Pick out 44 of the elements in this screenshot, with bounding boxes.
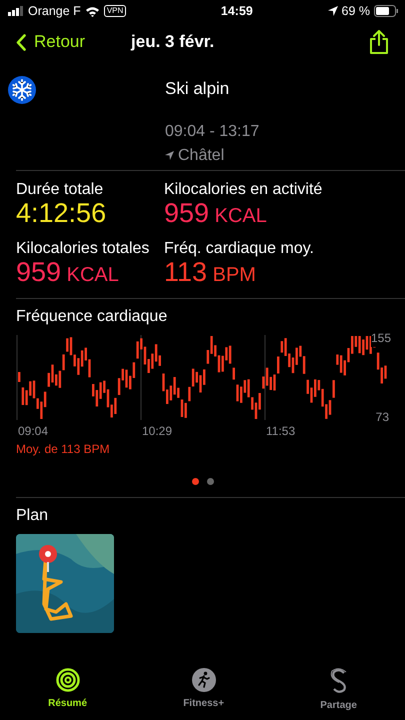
page-dot[interactable] xyxy=(206,478,214,485)
share-icon xyxy=(369,30,389,54)
chevron-left-icon xyxy=(16,34,26,50)
metric-label: Durée totale xyxy=(16,181,104,199)
heart-rate-bar xyxy=(18,372,20,382)
metric-value: 113 BPM xyxy=(164,258,257,288)
tab-button[interactable]: Partage xyxy=(272,668,405,720)
metric-label: Kilocalories totales xyxy=(16,240,150,258)
metric-label: Kilocalories en activité xyxy=(164,181,324,199)
back-button[interactable]: Retour xyxy=(16,29,86,55)
status-time: 14:59 xyxy=(220,2,253,20)
battery-icon xyxy=(374,5,399,17)
tab-button[interactable]: Résumé xyxy=(0,668,136,720)
average-label: Moy. de 113 BPM xyxy=(16,440,111,458)
metric-label: Fréq. cardiaque moy. xyxy=(164,240,315,258)
share-button[interactable] xyxy=(369,30,389,54)
heart-rate-bar xyxy=(232,367,235,380)
vpn-badge: VPN xyxy=(104,5,126,17)
axis-label: 09:04 xyxy=(17,422,50,440)
wifi-icon xyxy=(84,6,100,16)
carrier-name: Orange F xyxy=(28,2,81,20)
chart-title: Fréquence cardiaque xyxy=(16,306,168,327)
location-arrow-icon xyxy=(165,151,174,160)
snowflake-icon xyxy=(8,76,36,104)
running-figure-icon xyxy=(192,668,216,692)
nav-title: jeu. 3 févr. xyxy=(131,31,214,54)
page-dot[interactable] xyxy=(192,478,198,485)
axis-label: 73 xyxy=(376,408,389,426)
letter-s-rings-icon xyxy=(330,668,348,694)
metric-value: 959 KCAL xyxy=(16,258,120,288)
rings-icon xyxy=(56,668,80,692)
tab-button[interactable]: Fitness+ xyxy=(135,668,272,720)
time-range: 09:04 - 13:17 xyxy=(165,122,260,142)
metric-value: 4:12:56 xyxy=(16,198,108,228)
workout-name: Ski alpin xyxy=(165,78,230,100)
axis-label: 10:29 xyxy=(141,422,174,440)
axis-label: 11:53 xyxy=(265,422,296,440)
section-title: Plan xyxy=(16,506,50,526)
metric-value: 959 KCAL xyxy=(164,198,268,228)
battery-percentage: 69 % xyxy=(342,2,370,20)
location-arrow-icon xyxy=(328,6,338,16)
signal-icon xyxy=(8,6,24,16)
location-name: Châtel xyxy=(178,146,224,166)
heart-rate-bar xyxy=(332,380,335,398)
